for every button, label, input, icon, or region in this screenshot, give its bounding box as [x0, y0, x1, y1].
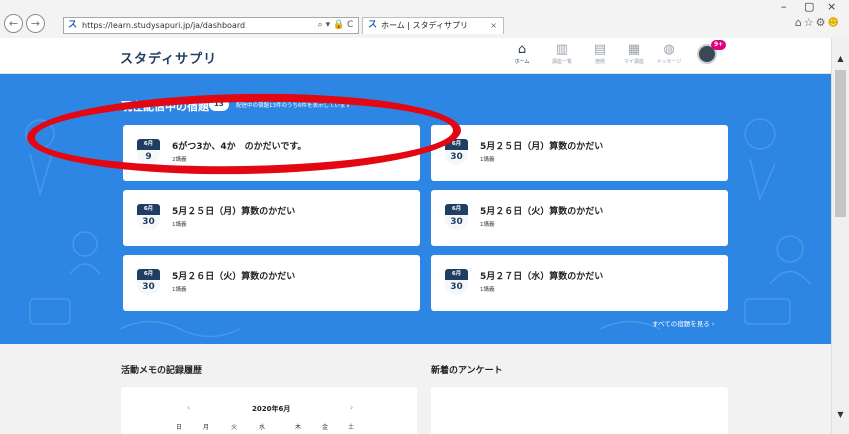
scroll-up-icon[interactable]: ▲	[832, 54, 849, 63]
weekday-label: 日	[176, 424, 183, 431]
vertical-scrollbar[interactable]: ▲ ▼	[831, 38, 849, 434]
maximize-button[interactable]: ▢	[804, 0, 814, 14]
homework-card-title: 5月２５日（月）算数のかだい	[172, 207, 296, 217]
back-button[interactable]: ←	[4, 14, 23, 33]
tab-favicon-icon: ス	[368, 20, 378, 30]
due-date-calendar-icon: 6月 30	[137, 204, 160, 230]
minimize-button[interactable]: –	[781, 0, 787, 14]
nav-my-courses[interactable]: ▦ マイ講座	[619, 42, 649, 66]
homework-card-title: 5月２７日（水）算数のかだい	[480, 272, 604, 282]
address-url: https://learn.studysapuri.jp/ja/dashboar…	[82, 21, 246, 30]
due-date-calendar-icon: 6月 30	[445, 269, 468, 295]
weekday-label: 月	[203, 424, 210, 431]
close-window-button[interactable]: ×	[827, 0, 836, 14]
nav-homework-label: 宿題	[594, 59, 605, 65]
weekday-label: 金	[322, 424, 329, 431]
nav-messages[interactable]: ◍ メッセージ	[654, 42, 684, 66]
homework-card-title: 5月２５日（月）算数のかだい	[480, 142, 604, 152]
due-date-calendar-icon: 6月 30	[137, 269, 160, 295]
forward-arrow-icon: →	[30, 17, 41, 30]
message-icon: ◍	[663, 42, 675, 57]
homework-card-meta: 1講義	[480, 157, 495, 163]
homework-card-meta: 1講義	[480, 222, 495, 228]
nav-home-label: ホーム	[514, 59, 530, 65]
nav-courses[interactable]: ▥ 講座一覧	[547, 42, 577, 66]
homework-card[interactable]: 6月 30 5月２６日（火）算数のかだい 1講義	[431, 190, 728, 246]
activity-log-title: 活動メモの記録履歴	[121, 366, 203, 376]
address-tools[interactable]: ⌕ ▾ 🔒 C	[312, 17, 359, 34]
smiley-icon: ☻	[827, 16, 841, 29]
browser-tab[interactable]: ス ホーム | スタディサプリ ×	[362, 17, 504, 34]
nav-messages-label: メッセージ	[656, 59, 682, 65]
toolbar-icons[interactable]: ⌂☆⚙☻	[795, 16, 841, 29]
homework-card-title: 5月２６日（火）算数のかだい	[172, 272, 296, 282]
homework-card-title: 5月２６日（火）算数のかだい	[480, 207, 604, 217]
calendar-month: 2020年6月	[252, 405, 291, 413]
homework-icon: ▤	[593, 42, 607, 57]
browser-chrome: ← → ス https://learn.studysapuri.jp/ja/da…	[0, 0, 849, 38]
survey-title: 新着のアンケート	[431, 366, 503, 376]
nav-my-courses-label: マイ講座	[623, 59, 644, 65]
homework-card[interactable]: 6月 30 5月２７日（水）算数のかだい 1講義	[431, 255, 728, 311]
home-star-gear-icon: ⌂☆⚙	[794, 16, 828, 29]
weekday-label: 土	[348, 424, 355, 431]
homework-card[interactable]: 6月 30 5月２６日（火）算数のかだい 1講義	[123, 255, 420, 311]
nav-home[interactable]: ⌂ ホーム	[507, 42, 537, 66]
survey-panel	[431, 387, 728, 434]
calendar-next-icon[interactable]: ›	[350, 403, 353, 412]
homework-card-meta: 1講義	[172, 222, 187, 228]
homework-card-meta: 1講義	[480, 287, 495, 293]
back-arrow-icon: ←	[8, 17, 19, 30]
home-icon: ⌂	[517, 42, 527, 57]
nav-homework[interactable]: ▤ 宿題	[585, 42, 615, 66]
courses-icon: ▥	[555, 42, 569, 57]
forward-button[interactable]: →	[26, 14, 45, 33]
homework-card-meta: 1講義	[172, 287, 187, 293]
my-courses-icon: ▦	[627, 42, 641, 57]
notification-badge: 9+	[711, 40, 727, 50]
tab-title: ホーム | スタディサプリ	[381, 21, 468, 30]
tab-close-icon[interactable]: ×	[490, 18, 497, 34]
scroll-thumb[interactable]	[835, 70, 846, 217]
due-date-calendar-icon: 6月 30	[445, 204, 468, 230]
see-all-homework-link[interactable]: すべての宿題を見る ›	[652, 318, 714, 328]
weekday-label: 木	[295, 424, 302, 431]
scroll-down-icon[interactable]: ▼	[832, 410, 849, 419]
site-favicon-icon: ス	[68, 20, 78, 30]
weekday-label: 火	[231, 424, 238, 431]
screen: ← → ス https://learn.studysapuri.jp/ja/da…	[0, 0, 849, 434]
nav-courses-label: 講座一覧	[551, 59, 572, 65]
weekday-label: 水	[259, 424, 266, 431]
homework-card[interactable]: 6月 30 5月２５日（月）算数のかだい 1講義	[123, 190, 420, 246]
site-logo[interactable]: スタディサプリ	[120, 48, 217, 67]
calendar-prev-icon[interactable]: ‹	[187, 403, 190, 412]
homework-card[interactable]: 6月 30 5月２５日（月）算数のかだい 1講義	[431, 125, 728, 181]
